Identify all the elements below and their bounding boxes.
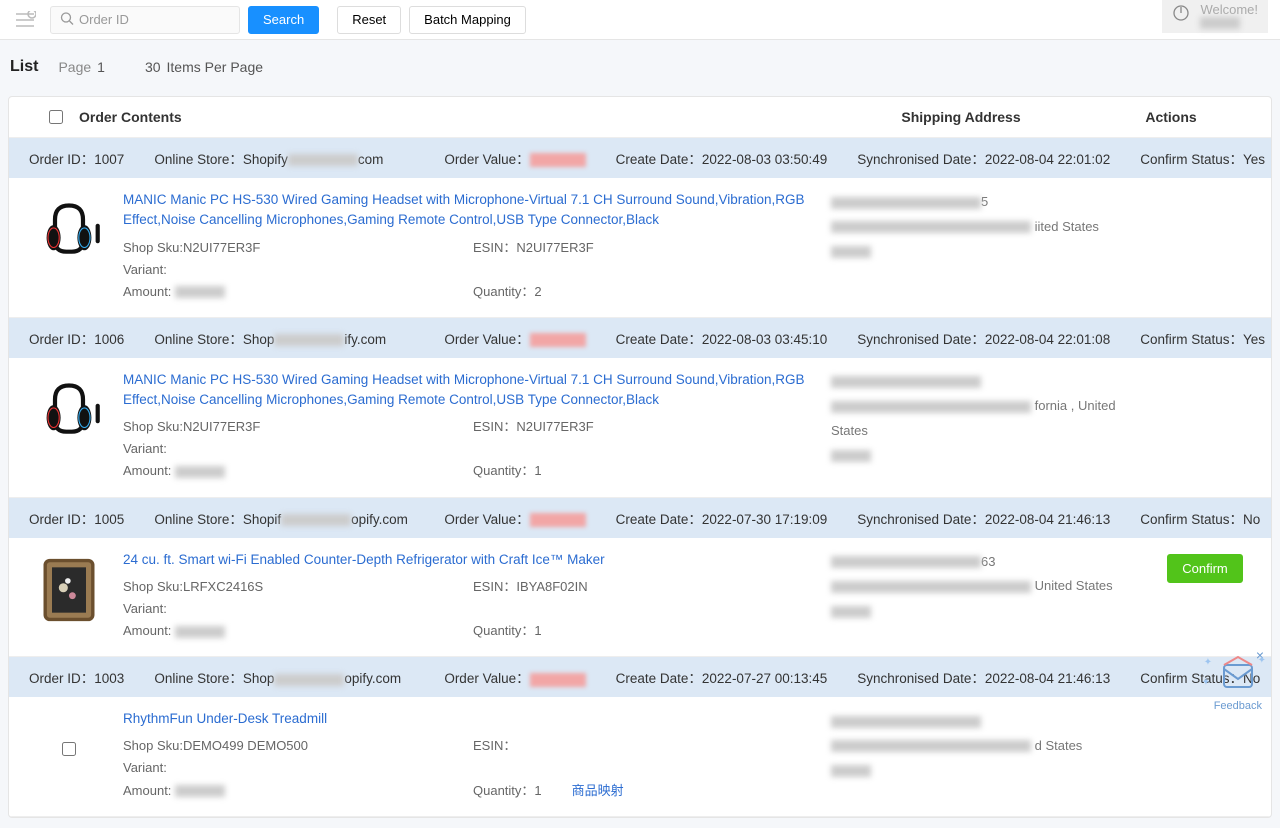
order-head-row: Order ID：1006 Online Store：Shopify.com O…: [9, 318, 1271, 358]
shipping-address: 5 iited States: [831, 190, 1151, 303]
order-value-redacted: [530, 153, 586, 167]
sync-date: 2022-08-04 21:46:13: [985, 671, 1110, 686]
order-body-row: MANIC Manic PC HS-530 Wired Gaming Heads…: [9, 178, 1271, 318]
shop-sku: LRFXC2416S: [183, 579, 263, 594]
product-title-link[interactable]: MANIC Manic PC HS-530 Wired Gaming Heads…: [123, 370, 831, 411]
column-shipping: Shipping Address: [811, 109, 1111, 125]
topbar: Search Reset Batch Mapping Welcome!: [0, 0, 1280, 40]
confirm-status: Yes: [1243, 332, 1265, 347]
quantity: 2: [534, 284, 541, 299]
quantity: 1: [534, 783, 541, 798]
search-wrap: [50, 6, 240, 34]
orders-table: Order Contents Shipping Address Actions …: [8, 96, 1272, 818]
column-actions: Actions: [1111, 109, 1231, 125]
amount-redacted: [175, 626, 225, 638]
store-name: Shopifycom: [243, 152, 384, 167]
welcome-label: Welcome!: [1200, 2, 1258, 17]
order-id: 1007: [94, 152, 124, 167]
confirm-status: Yes: [1243, 152, 1265, 167]
product-title-link[interactable]: 24 cu. ft. Smart wi-Fi Enabled Counter-D…: [123, 550, 831, 570]
feedback-icon: [1214, 653, 1262, 697]
quantity: 1: [534, 623, 541, 638]
order-body-row: RhythmFun Under-Desk Treadmill Shop Sku:…: [9, 697, 1271, 817]
power-icon[interactable]: [1172, 4, 1190, 27]
table-head: Order Contents Shipping Address Actions: [9, 97, 1271, 138]
store-name: Shopifopify.com: [243, 512, 408, 527]
order-value-redacted: [530, 513, 586, 527]
shop-sku: N2UI77ER3F: [183, 419, 260, 434]
shipping-address: 63 United States: [831, 550, 1151, 643]
order-body-row: 24 cu. ft. Smart wi-Fi Enabled Counter-D…: [9, 538, 1271, 658]
order-value-redacted: [530, 673, 586, 687]
confirm-button[interactable]: Confirm: [1167, 554, 1243, 583]
welcome-box: Welcome!: [1162, 0, 1268, 33]
feedback-widget[interactable]: × ✦ ✦ ✦ Feedback: [1214, 653, 1262, 712]
store-name: Shopify.com: [243, 332, 386, 347]
sync-date: 2022-08-04 22:01:08: [985, 332, 1110, 347]
order-head-row: Order ID：1007 Online Store：Shopifycom Or…: [9, 138, 1271, 178]
order-head-row: Order ID：1005 Online Store：Shopifopify.c…: [9, 498, 1271, 538]
shop-sku: DEMO499 DEMO500: [183, 738, 308, 753]
product-title-link[interactable]: RhythmFun Under-Desk Treadmill: [123, 709, 831, 729]
create-date: 2022-07-27 00:13:45: [702, 671, 827, 686]
shipping-address: fornia , United States: [831, 370, 1151, 483]
order-head-row: Order ID：1003 Online Store：Shopopify.com…: [9, 657, 1271, 697]
product-mapping-link[interactable]: 商品映射: [572, 783, 624, 798]
page-number: 1: [97, 59, 105, 75]
list-header: List Page 1 30 Items Per Page: [0, 40, 1280, 86]
sync-date: 2022-08-04 22:01:02: [985, 152, 1110, 167]
sync-date: 2022-08-04 21:46:13: [985, 512, 1110, 527]
search-input[interactable]: [50, 6, 240, 34]
esin: N2UI77ER3F: [516, 419, 593, 434]
esin: N2UI77ER3F: [516, 240, 593, 255]
page-label: Page: [58, 59, 91, 75]
product-title-link[interactable]: MANIC Manic PC HS-530 Wired Gaming Heads…: [123, 190, 831, 231]
amount-redacted: [175, 286, 225, 298]
order-value-redacted: [530, 333, 586, 347]
create-date: 2022-07-30 17:19:09: [702, 512, 827, 527]
select-all-checkbox[interactable]: [49, 110, 63, 124]
search-icon: [60, 11, 74, 28]
search-button[interactable]: Search: [248, 6, 319, 34]
shop-sku: N2UI77ER3F: [183, 240, 260, 255]
order-body-row: MANIC Manic PC HS-530 Wired Gaming Heads…: [9, 358, 1271, 498]
quantity: 1: [534, 463, 541, 478]
row-checkbox[interactable]: [62, 742, 76, 756]
product-thumbnail: [29, 550, 109, 630]
shipping-address: d States: [831, 709, 1151, 802]
esin: IBYA8F02IN: [516, 579, 587, 594]
confirm-status: No: [1243, 512, 1260, 527]
amount-redacted: [175, 785, 225, 797]
items-per-page-value: 30: [145, 59, 161, 75]
create-date: 2022-08-03 03:45:10: [702, 332, 827, 347]
order-id: 1006: [94, 332, 124, 347]
list-title: List: [10, 58, 38, 76]
column-contents: Order Contents: [79, 109, 811, 125]
reset-button[interactable]: Reset: [337, 6, 401, 34]
amount-redacted: [175, 466, 225, 478]
product-thumbnail: [29, 709, 109, 789]
store-name: Shopopify.com: [243, 671, 401, 686]
menu-toggle-icon[interactable]: [10, 5, 40, 35]
order-id: 1003: [94, 671, 124, 686]
order-id: 1005: [94, 512, 124, 527]
create-date: 2022-08-03 03:50:49: [702, 152, 827, 167]
product-thumbnail: [29, 190, 109, 270]
feedback-label: Feedback: [1214, 700, 1262, 712]
product-thumbnail: [29, 370, 109, 450]
items-per-page-label: Items Per Page: [167, 59, 264, 75]
batch-mapping-button[interactable]: Batch Mapping: [409, 6, 526, 34]
